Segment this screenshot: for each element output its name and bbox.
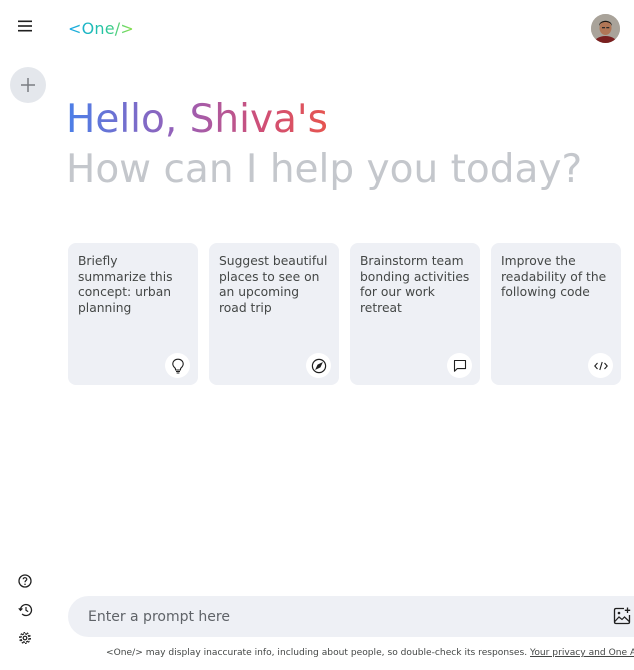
card-text: Suggest beautiful places to see on an up… [219, 254, 328, 315]
chat-bubble-icon [453, 359, 466, 372]
history-icon [17, 603, 32, 617]
suggestion-card-summarize[interactable]: Briefly summarize this concept: urban pl… [68, 243, 198, 385]
settings-button[interactable] [15, 628, 35, 648]
user-avatar[interactable] [591, 14, 620, 43]
add-image-button[interactable] [612, 606, 632, 626]
greeting-text: Hello, Shiva's [66, 97, 328, 142]
card-icon-wrapper [165, 353, 190, 378]
suggestion-card-road-trip[interactable]: Suggest beautiful places to see on an up… [209, 243, 339, 385]
help-button[interactable] [15, 571, 35, 591]
disclaimer: <One/> may display inaccurate info, incl… [0, 648, 634, 658]
suggestion-cards: Briefly summarize this concept: urban pl… [68, 243, 621, 385]
app-logo[interactable]: <One/> [68, 19, 134, 38]
prompt-bar [68, 596, 634, 637]
menu-button[interactable] [13, 14, 37, 38]
suggestion-card-code[interactable]: Improve the readability of the following… [491, 243, 621, 385]
plus-icon [21, 78, 35, 92]
card-text: Briefly summarize this concept: urban pl… [78, 254, 173, 315]
sidebar [0, 0, 56, 670]
privacy-link[interactable]: Your privacy and One Apps [530, 648, 634, 658]
card-icon-wrapper [306, 353, 331, 378]
code-icon [593, 361, 608, 370]
suggestion-card-brainstorm[interactable]: Brainstorm team bonding activities for o… [350, 243, 480, 385]
logo-text: <One/> [68, 19, 134, 38]
card-text: Improve the readability of the following… [501, 254, 607, 299]
help-icon [18, 574, 32, 588]
lightbulb-icon [171, 358, 184, 374]
settings-icon [18, 631, 32, 645]
card-text: Brainstorm team bonding activities for o… [360, 254, 470, 315]
hamburger-menu-icon [18, 20, 32, 32]
card-icon-wrapper [447, 353, 472, 378]
greeting-subtitle: How can I help you today? [66, 147, 583, 192]
prompt-input[interactable] [88, 608, 568, 625]
compass-icon [311, 358, 326, 373]
avatar-image [591, 14, 620, 43]
greeting-heading: Hello, Shiva's [66, 96, 328, 144]
card-icon-wrapper [588, 353, 613, 378]
history-button[interactable] [15, 600, 35, 620]
disclaimer-text: <One/> may display inaccurate info, incl… [106, 648, 528, 658]
add-image-icon [613, 607, 631, 625]
new-chat-button[interactable] [10, 67, 46, 103]
